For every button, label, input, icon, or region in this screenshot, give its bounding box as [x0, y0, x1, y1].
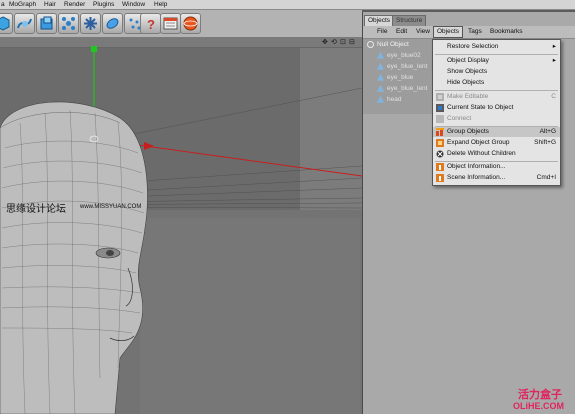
delete-without-children-icon: [436, 150, 444, 158]
tree-item[interactable]: eye_blue: [377, 73, 413, 83]
render-settings-button[interactable]: [160, 13, 181, 34]
menu-item-make-editable: Make Editable C: [433, 92, 560, 102]
polygon-object-icon: [377, 51, 384, 59]
spline-icon: [17, 18, 32, 29]
viewport-scene: [0, 46, 362, 414]
menu-item-show-objects[interactable]: Show Objects: [433, 67, 560, 77]
menu-item[interactable]: a: [1, 1, 5, 8]
current-state-icon: [436, 104, 444, 112]
panel-menu-objects[interactable]: Objects: [433, 26, 464, 38]
3d-viewport[interactable]: ✥ ⟲ ⊡ ⊟ 思缘设计论坛 www.MISSYUAN.COM: [0, 38, 362, 414]
render-sphere-icon: [183, 16, 198, 31]
polygon-object-icon: [377, 95, 384, 103]
group-objects-icon: [436, 128, 444, 136]
svg-text:?: ?: [147, 17, 155, 32]
menu-separator: [435, 90, 558, 91]
array-tool-button[interactable]: [58, 13, 79, 34]
menu-item-hair[interactable]: Hair: [44, 1, 56, 8]
watermark-url-left: www.MISSYUAN.COM: [80, 204, 142, 210]
object-tree: Null Object eye_blue02 eye_blue_lent eye…: [363, 39, 435, 114]
app-menubar: a MoGraph Hair Render Plugins Window Hel…: [0, 0, 575, 10]
menu-item-connect: Connect: [433, 114, 560, 124]
nurbs-icon: [40, 16, 53, 30]
cube-icon: [0, 16, 10, 31]
watermark-cn-left: 思缘设计论坛: [6, 204, 66, 215]
watermark-url-bottom: OLiHE.COM: [513, 401, 564, 411]
tree-item[interactable]: eye_blue_lent: [377, 62, 427, 72]
menu-item-delete-without-children[interactable]: Delete Without Children: [433, 149, 560, 159]
main-toolbar: ?: [0, 10, 362, 38]
make-editable-icon: [436, 93, 444, 101]
tree-item[interactable]: eye_blue_lent: [377, 84, 427, 94]
panel-menu-tags[interactable]: Tags: [466, 28, 484, 35]
menu-item-render[interactable]: Render: [64, 1, 85, 8]
scene-info-icon: [436, 174, 444, 182]
menu-item-object-display[interactable]: Object Display ▸: [433, 56, 560, 66]
help-tool-button[interactable]: ?: [140, 13, 161, 34]
deformer-tool-button[interactable]: [80, 13, 101, 34]
cube-tool-button[interactable]: [0, 13, 13, 34]
menu-item-expand-object-group[interactable]: Expand Object Group Shift+G: [433, 138, 560, 148]
menu-item-mograph[interactable]: MoGraph: [9, 1, 36, 8]
menu-item-current-state-to-object[interactable]: Current State to Object: [433, 103, 560, 113]
tree-item[interactable]: eye_blue02: [377, 51, 421, 61]
menu-item-help[interactable]: Help: [154, 1, 167, 8]
connect-icon: [436, 115, 444, 123]
submenu-arrow-icon: ▸: [552, 43, 556, 50]
menu-item-hide-objects[interactable]: Hide Objects: [433, 78, 560, 88]
submenu-arrow-icon: ▸: [552, 57, 556, 64]
deformer-icon: [84, 17, 97, 30]
panel-menu-bookmarks[interactable]: Bookmarks: [488, 28, 525, 35]
panel-menu-view[interactable]: View: [414, 28, 432, 35]
nurbs-tool-button[interactable]: [36, 13, 57, 34]
menu-separator: [435, 54, 558, 55]
menu-item-group-objects[interactable]: Group Objects Alt+G: [433, 127, 560, 137]
environment-icon: [106, 18, 119, 29]
menu-item-scene-information[interactable]: Scene Information... Cmd+I: [433, 173, 560, 183]
spline-tool-button[interactable]: [14, 13, 35, 34]
polygon-object-icon: [377, 73, 384, 81]
objects-dropdown-menu: Restore Selection ▸ Object Display ▸ Sho…: [432, 39, 561, 186]
array-icon: [62, 17, 75, 30]
expand-group-icon: [436, 139, 444, 147]
render-settings-icon: [163, 17, 178, 30]
tree-item[interactable]: Null Object: [367, 40, 409, 50]
menu-item-restore-selection[interactable]: Restore Selection ▸: [433, 42, 560, 52]
panel-menubar: File Edit View Objects Tags Bookmarks: [363, 26, 575, 39]
question-icon: ?: [147, 17, 155, 32]
environment-tool-button[interactable]: [102, 13, 123, 34]
menu-item-plugins[interactable]: Plugins: [93, 1, 114, 8]
render-button[interactable]: [180, 13, 201, 34]
polygon-object-icon: [377, 84, 384, 92]
null-object-icon: [367, 40, 374, 48]
watermark-cn-bottom: 活力盒子: [518, 388, 562, 401]
polygon-object-icon: [377, 62, 384, 70]
menu-item-object-information[interactable]: Object Information...: [433, 162, 560, 172]
tree-item[interactable]: head: [377, 95, 401, 105]
panel-menu-edit[interactable]: Edit: [394, 28, 409, 35]
panel-menu-file[interactable]: File: [375, 28, 389, 35]
object-info-icon: [436, 163, 444, 171]
menu-item-window[interactable]: Window: [122, 1, 145, 8]
